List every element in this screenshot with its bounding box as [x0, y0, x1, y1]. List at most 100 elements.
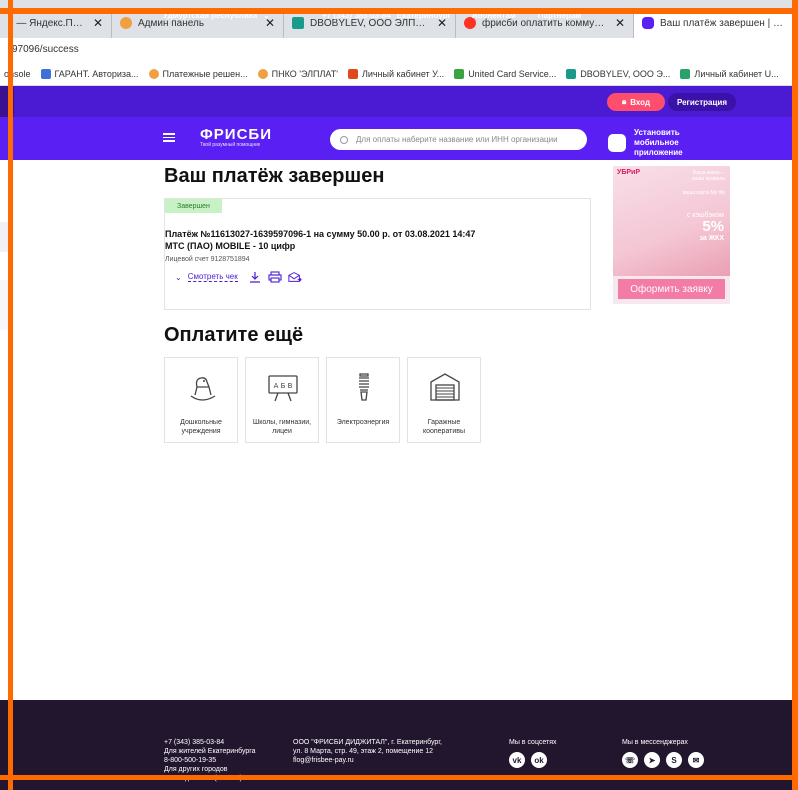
cashback-target: за ЖКХ: [699, 235, 725, 242]
banner-card: ваша карта My life: [682, 190, 725, 196]
pay-more-title: Оплатите ещё: [164, 324, 304, 346]
logo-name: ФРИСБИ: [200, 126, 272, 143]
pnko-icon: [257, 68, 268, 79]
rocking-horse-icon: [190, 377, 216, 401]
chevron-down-icon[interactable]: ⌄: [175, 273, 182, 282]
top-bar-content: Удмуртская республика ⌄ +7 (343) 385-03-…: [163, 0, 581, 31]
app-promo-label: Установить мобильное приложение: [634, 128, 683, 157]
tab-title: е — Яндекс.Почта: [8, 17, 85, 29]
footer-phone[interactable]: +7 (343) 385-03-84: [164, 738, 256, 747]
bookmark-item[interactable]: Личный кабинет У...: [347, 68, 445, 79]
highlight-frame-bottom: [0, 775, 798, 780]
skype-icon[interactable]: S: [666, 752, 682, 768]
footer-company: ООО "ФРИСБИ ДИДЖИТАЛ", г. Екатеринбург, …: [293, 738, 442, 765]
footer-company-name: ООО "ФРИСБИ ДИДЖИТАЛ", г. Екатеринбург,: [293, 739, 442, 746]
highlight-frame-left: [8, 0, 13, 790]
footer-messengers-title: Мы в мессенджерах: [622, 739, 688, 746]
footer-phone-note: Для жителей Екатеринбурга: [164, 748, 256, 755]
cabinet-icon: [347, 68, 358, 79]
page: е — Яндекс.Почта ✕ Админ панель ✕ DBOBYL…: [0, 0, 798, 790]
tile-garages[interactable]: Гаражные кооперативы: [407, 357, 481, 443]
tile-label: Школы, гимназии, лицеи: [252, 419, 312, 435]
hamburger-menu-icon[interactable]: [163, 133, 175, 142]
messenger-icon[interactable]: ✉: [688, 752, 704, 768]
search-icon: [340, 135, 348, 144]
footer-address: ул. 8 Марта, стр. 49, этаж 2, помещение …: [293, 748, 433, 755]
tile-label: Электроэнергия: [336, 419, 390, 426]
tile-electricity[interactable]: Электроэнергия: [326, 357, 400, 443]
bookmark-label: DBOBYLEV, ООО Э...: [580, 68, 671, 79]
viber-icon[interactable]: ☏: [622, 752, 638, 768]
highlight-frame-right: [792, 0, 798, 790]
login-button[interactable]: 🔒︎ Вход: [607, 93, 665, 111]
bookmark-label: ГАРАНТ. Авториза...: [54, 68, 139, 79]
lock-icon: 🔒︎: [621, 97, 627, 106]
footer-email[interactable]: flog@frisbee-pay.ru: [293, 756, 442, 765]
login-label: Вход: [630, 97, 651, 107]
ubrir-promo-banner[interactable]: УБРиР Ваша жизнь – ваши правила ваша кар…: [613, 166, 730, 304]
frisbee-icon: [642, 17, 654, 29]
tile-preschool[interactable]: Дошкольные учреждения: [164, 357, 238, 443]
receipt-actions: ⌄ Смотреть чек: [175, 271, 302, 283]
bookmark-item[interactable]: Платежные решен...: [148, 68, 248, 79]
logo-tagline: Твой разумный помощник: [200, 142, 261, 148]
search-placeholder: Для оплаты наберите название или ИНН орг…: [356, 135, 558, 144]
bookmark-item[interactable]: Личный кабинет U...: [680, 68, 779, 79]
bookmark-label: Личный кабинет У...: [361, 68, 445, 79]
footer-social-title: Мы в соцсетях: [509, 739, 557, 746]
odnoklassniki-icon[interactable]: ok: [531, 752, 547, 768]
tile-schools[interactable]: А Б В Школы, гимназии, лицеи: [245, 357, 319, 443]
cashback-value: 5%: [702, 218, 724, 235]
zf-icon: [566, 68, 577, 79]
address-bar[interactable]: 97096/success: [0, 38, 798, 62]
install-app-link[interactable]: Установить мобильное приложение: [608, 128, 724, 158]
tile-label: Дошкольные учреждения: [180, 419, 222, 435]
print-icon[interactable]: [268, 271, 282, 283]
garage-icon: [430, 373, 460, 401]
search-input[interactable]: Для оплаты наберите название или ИНН орг…: [330, 129, 587, 150]
view-receipt-link[interactable]: Смотреть чек: [187, 272, 238, 282]
footer-phone2[interactable]: 8-800-500-19-35: [164, 756, 256, 765]
bookmark-item[interactable]: United Card Service...: [454, 68, 557, 79]
banner-headline: Ваша жизнь – ваши правила: [692, 170, 725, 182]
highlight-frame-top: [0, 8, 798, 14]
svg-text:А Б В: А Б В: [274, 382, 293, 390]
bookmark-item[interactable]: DBOBYLEV, ООО Э...: [566, 68, 671, 79]
garant-icon: [40, 68, 51, 79]
close-tab-icon[interactable]: ✕: [607, 16, 625, 30]
telegram-icon[interactable]: ➤: [644, 752, 660, 768]
payment-number: Платёж №11613027-1639597096-1 на сумму 5…: [165, 229, 476, 239]
bookmark-label: Платежные решен...: [162, 68, 248, 79]
cabinet-u-icon: [680, 68, 691, 79]
payment-icon: [148, 68, 159, 79]
bookmark-label: ПНКО 'ЭЛПЛАТ': [271, 68, 338, 79]
social-links: vk ok: [509, 752, 547, 768]
payment-details: Платёж №11613027-1639597096-1 на сумму 5…: [165, 228, 592, 252]
bookmark-label: United Card Service...: [468, 68, 557, 79]
payment-operator: МТС (ПАО) MOBILE - 10 цифр: [165, 241, 296, 251]
bookmark-label: Личный кабинет U...: [694, 68, 779, 79]
close-tab-icon[interactable]: ✕: [85, 16, 103, 30]
status-badge: Завершен: [165, 199, 222, 213]
apply-button[interactable]: Оформить заявку: [618, 279, 725, 299]
frisbee-logo[interactable]: ФРИСБИ Твой разумный помощник: [200, 126, 272, 148]
register-button[interactable]: Регистрация: [668, 93, 736, 111]
footer-phone2-note: Для других городов: [164, 766, 228, 773]
banner-promo: с кэшбэком 5% за ЖКХ: [672, 212, 724, 242]
ucs-icon: [454, 68, 465, 79]
ubrir-logo: УБРиР: [617, 169, 641, 176]
tile-label: Гаражные кооперативы: [422, 419, 466, 435]
email-send-icon[interactable]: [288, 271, 302, 283]
vk-icon[interactable]: vk: [509, 752, 525, 768]
chalkboard-icon: А Б В: [268, 375, 298, 402]
mobile-app-icon: [608, 134, 626, 152]
service-tiles: Дошкольные учреждения А Б В Школы, гимна…: [164, 357, 481, 443]
bookmark-item[interactable]: ПНКО 'ЭЛПЛАТ': [257, 68, 338, 79]
bookmark-item[interactable]: ГАРАНТ. Авториза...: [40, 68, 139, 79]
page-title: Ваш платёж завершен: [164, 165, 385, 187]
bookmarks-bar: onsole ГАРАНТ. Авториза... Платежные реш…: [0, 62, 798, 86]
download-icon[interactable]: [248, 271, 262, 283]
account-number: Лицевой счет 9128751894: [165, 256, 250, 263]
payment-card: Завершен Платёж №11613027-1639597096-1 н…: [164, 198, 591, 310]
light-bulb-icon: [359, 373, 369, 401]
